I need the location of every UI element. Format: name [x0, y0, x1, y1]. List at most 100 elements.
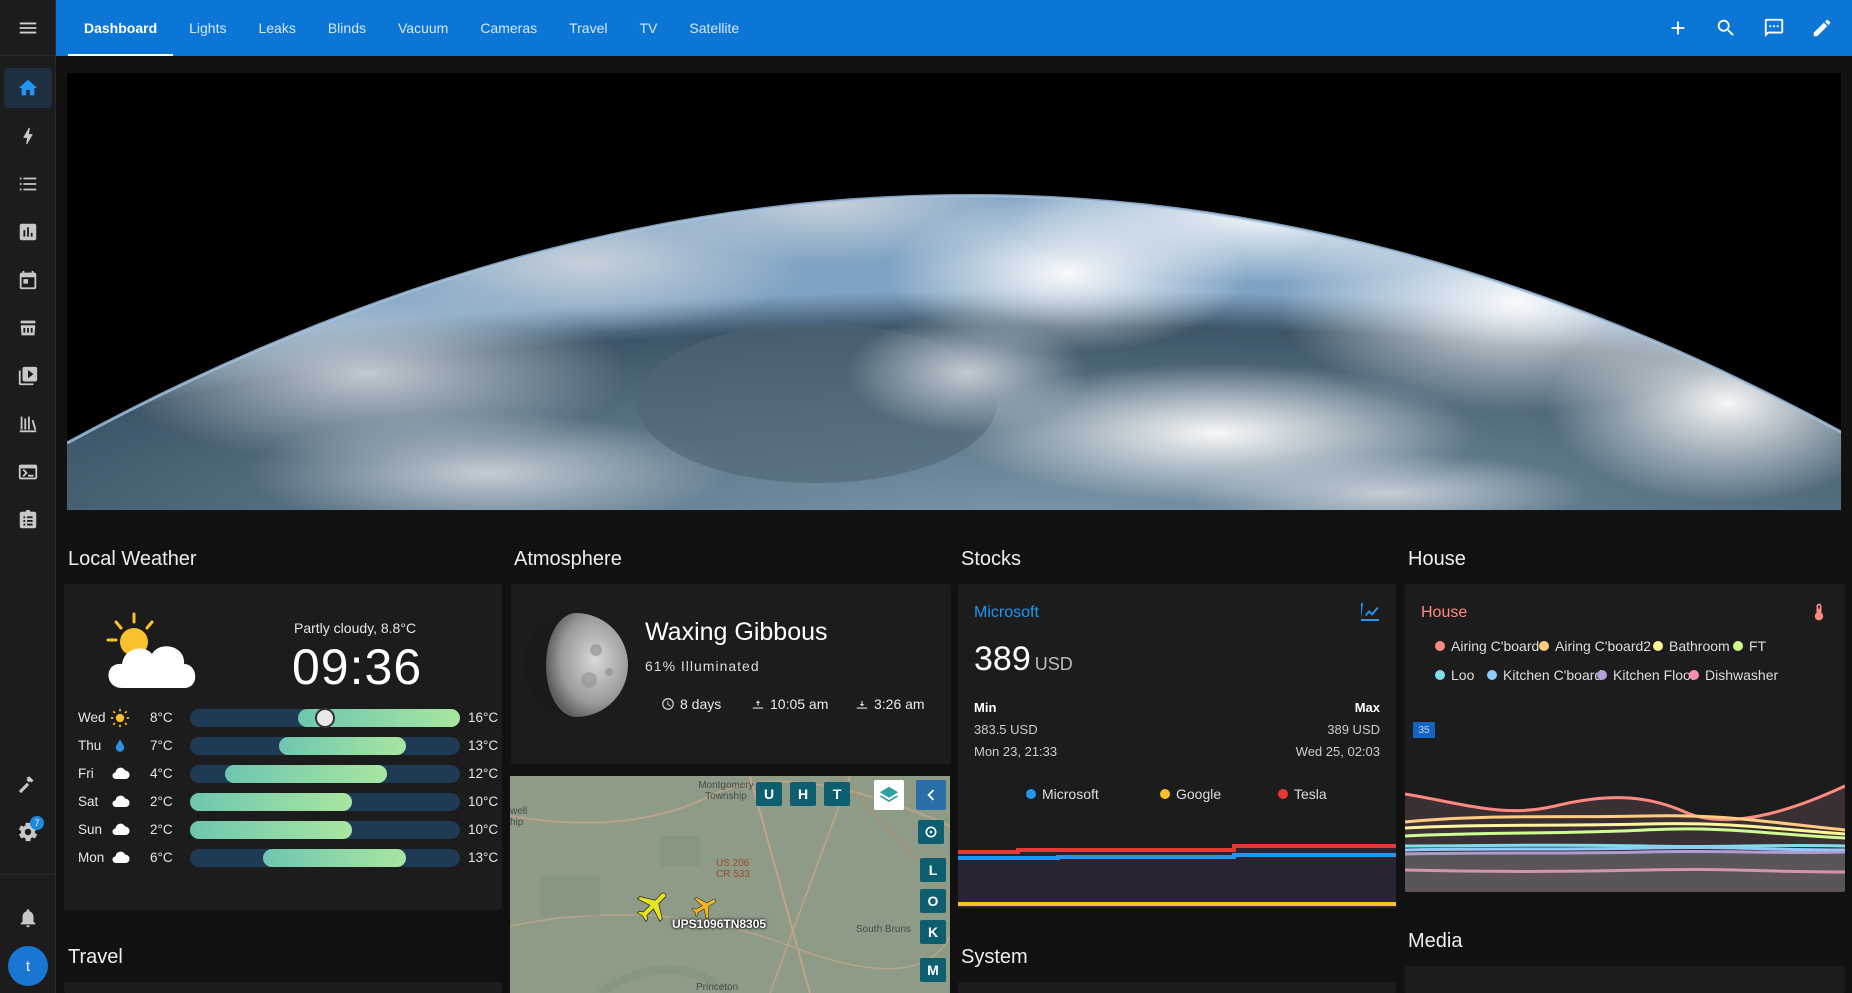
legend-tesla[interactable]: Tesla	[1278, 786, 1327, 802]
legend-microsoft[interactable]: Microsoft	[1026, 786, 1099, 802]
tab-satellite[interactable]: Satellite	[673, 0, 755, 56]
menu-button[interactable]	[0, 0, 55, 56]
legend-label: FT	[1749, 638, 1767, 654]
tab-vacuum[interactable]: Vacuum	[382, 0, 464, 56]
legend-dot	[1160, 789, 1170, 799]
statistics-icon	[19, 416, 37, 433]
chart-line-icon[interactable]	[1358, 600, 1382, 624]
house-legend-item[interactable]: Airing C'board	[1435, 638, 1539, 654]
system-card[interactable]	[958, 982, 1396, 993]
moonset: 3:26 am	[855, 696, 925, 712]
house-legend-item[interactable]: Dishwasher	[1689, 667, 1778, 683]
sidebar-item-developer-tools[interactable]	[4, 764, 52, 804]
section-title-local-weather: Local Weather	[68, 548, 197, 570]
map-button-t[interactable]: T	[824, 782, 850, 806]
flight-map[interactable]: Montgomery Township well hip US 206 CR 5…	[510, 776, 950, 993]
terminal-icon	[18, 464, 38, 480]
cloudy-icon	[110, 820, 130, 840]
house-legend-item[interactable]: Kitchen Floor	[1597, 667, 1695, 683]
map-button-o[interactable]: O	[920, 889, 946, 913]
map-button-u[interactable]: U	[756, 782, 782, 806]
sidebar-item-media[interactable]	[4, 356, 52, 396]
moonrise-value: 10:05 am	[770, 696, 829, 712]
legend-dot	[1026, 789, 1036, 799]
legend-google[interactable]: Google	[1160, 786, 1221, 802]
forecast-low: 8°C	[150, 710, 173, 725]
section-title-travel: Travel	[68, 946, 123, 968]
house-legend-item[interactable]: Kitchen C'board	[1487, 667, 1602, 683]
moon-card[interactable]: Waxing Gibbous 61% Illuminated 8 days 10…	[511, 584, 951, 764]
tab-blinds[interactable]: Blinds	[312, 0, 382, 56]
moonrise: 10:05 am	[751, 696, 828, 712]
search-button[interactable]	[1704, 6, 1748, 50]
tab-travel[interactable]: Travel	[553, 0, 623, 56]
tab-lights[interactable]: Lights	[173, 0, 242, 56]
house-temperature-graph[interactable]	[1405, 734, 1845, 892]
gear-icon	[925, 826, 937, 838]
sidebar: 7 t	[0, 0, 56, 993]
sidebar-item-energy[interactable]	[4, 116, 52, 156]
moon-phase: Waxing Gibbous	[645, 618, 828, 646]
stocks-card[interactable]: Microsoft 389 USD Min 383.5 USD Mon 23, 2…	[958, 584, 1396, 908]
sidebar-item-calendar[interactable]	[4, 260, 52, 300]
sidebar-item-todo[interactable]	[4, 500, 52, 540]
sidebar-item-notifications[interactable]	[4, 898, 52, 938]
weather-condition: Partly cloudy, 8.8°C	[294, 620, 417, 636]
clock-icon	[662, 698, 674, 710]
moonset-value: 3:26 am	[874, 696, 925, 712]
stock-max-value: 389 USD	[1327, 722, 1380, 737]
stock-sparkline[interactable]	[958, 814, 1396, 908]
map-button-m[interactable]: M	[920, 958, 946, 982]
map-button-h[interactable]: H	[790, 782, 816, 806]
assist-icon	[1764, 18, 1784, 38]
map-collapse-button[interactable]	[916, 780, 946, 810]
house-legend-item[interactable]: Bathroom	[1653, 638, 1730, 654]
weather-card[interactable]: Partly cloudy, 8.8°C 09:36 Wed 8°C 16°C Thu…	[64, 584, 502, 910]
map-settings-button[interactable]	[918, 820, 944, 844]
travel-card[interactable]	[64, 982, 502, 993]
stock-min-label: Min	[974, 700, 997, 715]
media-card[interactable]	[1405, 966, 1845, 993]
sidebar-item-terminal[interactable]	[4, 452, 52, 492]
kitchen-cboard-line	[1405, 845, 1845, 852]
house-legend-item[interactable]: Loo	[1435, 667, 1474, 683]
forecast-range-bar	[225, 765, 387, 783]
forecast-range-bar	[279, 737, 406, 755]
forecast-row: Sun 2°C 10°C	[78, 818, 498, 842]
legend-label: Airing C'board2	[1555, 638, 1652, 654]
map-button-k[interactable]: K	[920, 920, 946, 944]
house-legend-item[interactable]: Airing C'board2	[1539, 638, 1651, 654]
sidebar-item-hacs[interactable]	[4, 308, 52, 348]
add-button[interactable]	[1656, 6, 1700, 50]
tab-dashboard[interactable]: Dashboard	[68, 0, 174, 56]
tab-tv[interactable]: TV	[624, 0, 674, 56]
avatar[interactable]: t	[8, 946, 48, 986]
map-layers-button[interactable]	[874, 780, 904, 810]
sunny-icon	[110, 708, 130, 728]
cloudy-icon	[110, 764, 130, 784]
sidebar-item-logbook[interactable]	[4, 164, 52, 204]
sidebar-item-home[interactable]	[4, 68, 52, 108]
assist-button[interactable]	[1752, 6, 1796, 50]
section-title-system: System	[961, 946, 1028, 968]
plane-icon[interactable]	[634, 886, 674, 926]
satellite-image[interactable]	[66, 72, 1842, 511]
tab-leaks[interactable]: Leaks	[242, 0, 311, 56]
legend-dot	[1435, 670, 1445, 680]
sidebar-item-settings[interactable]: 7	[4, 812, 52, 852]
forecast-day: Sun	[78, 822, 103, 837]
forecast-high: 10°C	[468, 794, 499, 809]
house-legend-item[interactable]: FT	[1733, 638, 1766, 654]
sidebar-item-statistics[interactable]	[4, 404, 52, 444]
forecast-high: 13°C	[468, 738, 499, 753]
legend-dot	[1487, 670, 1497, 680]
current-temp-marker	[315, 708, 335, 728]
house-temperature-card[interactable]: House Airing C'board Airing C'board2 Bathr…	[1405, 584, 1845, 892]
edit-dashboard-button[interactable]	[1800, 6, 1844, 50]
forecast-range-track	[190, 821, 460, 839]
history-icon	[19, 223, 37, 241]
sidebar-item-history[interactable]	[4, 212, 52, 252]
top-app-bar: Dashboard Lights Leaks Blinds Vacuum Cam…	[56, 0, 1852, 56]
map-button-l[interactable]: L	[920, 858, 946, 882]
tab-cameras[interactable]: Cameras	[464, 0, 553, 56]
